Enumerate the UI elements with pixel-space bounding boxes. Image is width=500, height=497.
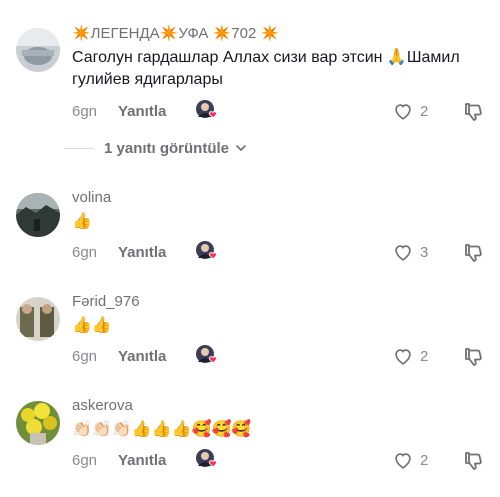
comment-time: 6gn [72, 243, 98, 261]
view-replies-button[interactable]: 1 yanıtı görüntüle [64, 136, 247, 160]
comment-time: 6gn [72, 347, 98, 365]
comment-item: volina 👍 6gn Yanıtla 3 [0, 180, 500, 280]
chevron-down-icon[interactable] [235, 142, 247, 154]
creator-liked-icon [195, 448, 219, 472]
comment-item: Fərid_976 👍👍 6gn Yanıtla 2 [0, 284, 500, 384]
dislike-button[interactable] [462, 240, 486, 264]
comment-text: 👍 [72, 211, 92, 230]
dislike-button[interactable] [462, 99, 486, 123]
thumbs-down-icon[interactable] [462, 344, 486, 368]
comment-username[interactable]: Fərid_976 [72, 293, 140, 310]
comment-username[interactable]: ✴️ЛЕГЕНДА✴️УФА ✴️702 ✴️ [72, 24, 279, 42]
like-count: 2 [420, 102, 429, 120]
thumbs-down-icon[interactable] [462, 99, 486, 123]
dislike-button[interactable] [462, 448, 486, 472]
comment-text: 👍👍 [72, 315, 112, 334]
reply-button[interactable]: Yanıtla [118, 103, 166, 120]
like-button[interactable]: 2 [392, 99, 428, 123]
divider [64, 147, 94, 149]
comment-meta: 6gn Yanıtla [72, 448, 166, 472]
view-replies-label[interactable]: 1 yanıtı görüntüle [104, 140, 229, 157]
like-button[interactable]: 2 [392, 344, 428, 368]
comment-time: 6gn [72, 451, 98, 469]
comment-item: askerova 👏🏻👏🏻👏🏻👍👍👍🥰🥰🥰 6gn Yanıtla 2 [0, 388, 500, 497]
heart-outline-icon[interactable] [392, 345, 414, 367]
heart-outline-icon[interactable] [392, 100, 414, 122]
reply-button[interactable]: Yanıtla [118, 348, 166, 365]
dislike-button[interactable] [462, 344, 486, 368]
creator-liked-icon [195, 240, 219, 264]
like-count: 2 [420, 347, 429, 365]
comment-text: Саголун гардашлар Аллах сизи вар этсин 🙏… [72, 49, 460, 88]
like-button[interactable]: 2 [392, 448, 428, 472]
comment-username[interactable]: askerova [72, 397, 133, 414]
comment-meta: 6gn Yanıtla [72, 344, 166, 368]
comment-item: ✴️ЛЕГЕНДА✴️УФА ✴️702 ✴️ Саголун гардашла… [0, 0, 500, 136]
avatar[interactable] [16, 297, 60, 341]
thumbs-down-icon[interactable] [462, 240, 486, 264]
heart-outline-icon[interactable] [392, 241, 414, 263]
reply-button[interactable]: Yanıtla [118, 244, 166, 261]
comment-text: 👏🏻👏🏻👏🏻👍👍👍🥰🥰🥰 [72, 419, 252, 438]
comment-time: 6gn [72, 102, 98, 120]
avatar[interactable] [16, 28, 60, 72]
comment-username[interactable]: volina [72, 189, 111, 206]
comment-meta: 6gn Yanıtla [72, 99, 166, 123]
reply-button[interactable]: Yanıtla [118, 452, 166, 469]
avatar[interactable] [16, 401, 60, 445]
thumbs-down-icon[interactable] [462, 448, 486, 472]
creator-liked-icon [195, 344, 219, 368]
comment-meta: 6gn Yanıtla [72, 240, 166, 264]
like-button[interactable]: 3 [392, 240, 428, 264]
like-count: 2 [420, 451, 429, 469]
heart-outline-icon[interactable] [392, 449, 414, 471]
avatar[interactable] [16, 193, 60, 237]
like-count: 3 [420, 243, 429, 261]
creator-liked-icon [195, 99, 219, 123]
